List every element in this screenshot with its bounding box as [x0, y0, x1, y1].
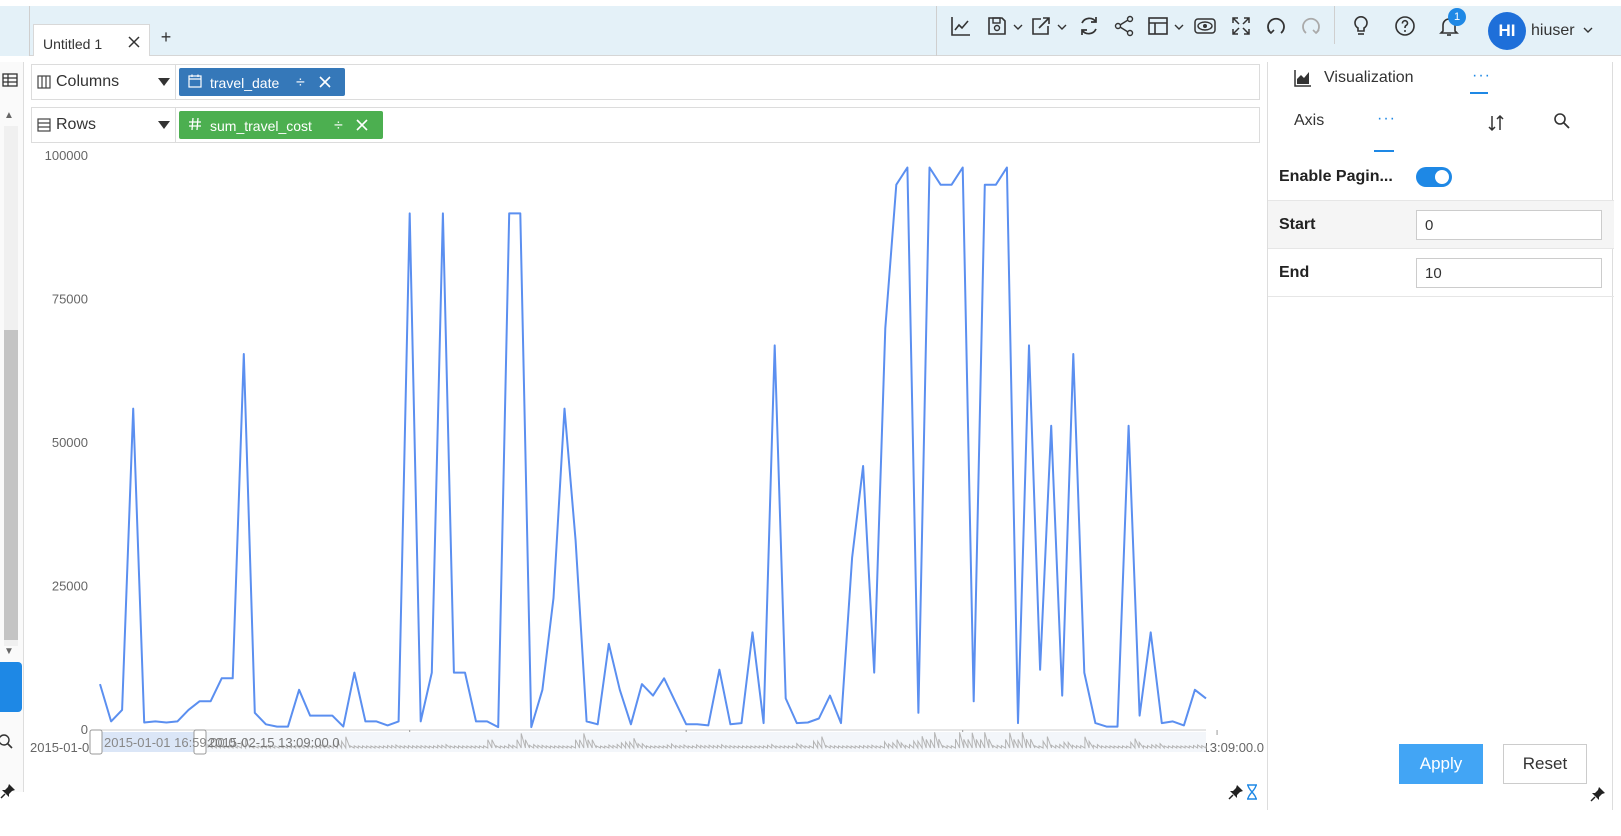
rows-icon — [37, 118, 51, 132]
chevron-down-icon[interactable] — [1167, 14, 1184, 38]
caret-down-icon[interactable] — [158, 78, 170, 86]
subtab-axis[interactable]: Axis — [1294, 112, 1324, 130]
pin-icon[interactable] — [1228, 784, 1244, 800]
divide-icon[interactable]: ÷ — [296, 74, 305, 92]
toolbar-separator — [1334, 6, 1335, 44]
area-chart-icon — [1294, 70, 1311, 87]
columns-shelf[interactable]: Columns travel_date ÷ — [31, 64, 1260, 100]
close-icon[interactable] — [126, 34, 142, 50]
start-label: Start — [1279, 216, 1316, 233]
end-label: End — [1279, 264, 1310, 281]
pin-icon[interactable] — [0, 783, 16, 799]
sort-icon[interactable] — [1487, 114, 1505, 132]
enable-paging-label: Enable Pagin... — [1279, 168, 1393, 185]
caret-down-icon[interactable] — [158, 121, 170, 129]
travel-date-pill[interactable]: travel_date ÷ — [179, 68, 345, 96]
tab-label: Untitled 1 — [43, 36, 103, 52]
chevron-down-icon[interactable] — [1050, 14, 1067, 38]
redo-icon[interactable] — [1299, 14, 1325, 38]
tab-underline — [1470, 92, 1488, 94]
scroll-up-arrow[interactable]: ▲ — [4, 110, 14, 121]
end-row: End — [1268, 249, 1614, 297]
columns-label: Columns — [56, 73, 120, 90]
hourglass-icon — [1247, 784, 1257, 800]
subtab-underline — [1374, 150, 1394, 152]
columns-shelf-label[interactable]: Columns — [32, 65, 176, 99]
rows-shelf-label[interactable]: Rows — [32, 108, 176, 142]
remove-icon[interactable] — [355, 118, 369, 132]
rows-label: Rows — [56, 116, 97, 133]
settings-panel: Visualization ··· Axis ··· Enable Pagin.… — [1267, 62, 1614, 810]
y-tick-label: 0 — [81, 722, 88, 737]
y-tick-label: 100000 — [45, 148, 88, 163]
chart-area: 02500050000750001000002015-01-01 16:59:0… — [28, 148, 1268, 796]
top-left-stub — [0, 6, 30, 56]
hash-icon — [189, 117, 201, 131]
search-icon[interactable] — [1553, 112, 1571, 130]
start-row: Start — [1268, 201, 1614, 249]
avatar[interactable]: HI — [1488, 12, 1526, 50]
line-chart: 02500050000750001000002015-01-01 16:59:0… — [30, 148, 1264, 755]
top-bar — [0, 6, 1621, 56]
y-tick-label: 75000 — [52, 292, 88, 307]
pin-icon[interactable] — [1590, 786, 1606, 802]
toolbar — [936, 6, 937, 56]
sum-travel-cost-pill[interactable]: sum_travel_cost ÷ — [179, 111, 383, 139]
rail-active-tab[interactable] — [0, 662, 22, 712]
rows-shelf[interactable]: Rows sum_travel_cost ÷ — [31, 107, 1260, 143]
fullscreen-icon[interactable] — [1229, 14, 1255, 38]
notification-badge: 1 — [1448, 8, 1466, 26]
undo-icon[interactable] — [1264, 14, 1290, 38]
scroll-down-arrow[interactable]: ▼ — [4, 646, 14, 657]
username[interactable]: hiuser — [1531, 22, 1575, 40]
chevron-down-icon[interactable] — [1582, 24, 1594, 36]
tab-more[interactable]: ··· — [1472, 67, 1491, 85]
scrollbar-thumb[interactable] — [4, 330, 18, 640]
start-input[interactable] — [1416, 210, 1602, 240]
search-icon[interactable] — [0, 734, 14, 750]
columns-icon — [37, 75, 51, 89]
remove-icon[interactable] — [318, 75, 332, 89]
enable-paging-row: Enable Pagin... — [1268, 153, 1614, 201]
end-input[interactable] — [1416, 258, 1602, 288]
tab-visualization[interactable]: Visualization — [1324, 69, 1414, 87]
divide-icon[interactable]: ÷ — [334, 117, 343, 135]
preview-eye-icon[interactable] — [1193, 14, 1219, 38]
apply-button[interactable]: Apply — [1399, 744, 1483, 784]
line-chart-icon[interactable] — [949, 14, 975, 38]
zoom-end-label: 2015-02-15 13:09:00.0 — [208, 735, 340, 750]
refresh-icon[interactable] — [1077, 14, 1103, 38]
pill-label: sum_travel_cost — [210, 118, 312, 134]
subtab-more[interactable]: ··· — [1377, 110, 1396, 128]
add-tab-button[interactable]: + — [158, 28, 174, 46]
reset-button[interactable]: Reset — [1503, 744, 1587, 784]
zoom-handle-left — [89, 729, 103, 755]
tab-untitled-1[interactable]: Untitled 1 — [33, 24, 150, 56]
help-icon[interactable] — [1393, 14, 1419, 38]
share-icon[interactable] — [1112, 14, 1138, 38]
toggle-knob — [1435, 170, 1449, 184]
lightbulb-icon[interactable] — [1349, 14, 1375, 38]
enable-paging-toggle[interactable] — [1416, 167, 1452, 187]
table-icon[interactable] — [2, 72, 18, 88]
y-tick-label: 25000 — [52, 579, 88, 594]
series-line — [99, 166, 1207, 729]
y-tick-label: 50000 — [52, 435, 88, 450]
calendar-icon — [188, 74, 202, 88]
chevron-down-icon[interactable] — [1006, 14, 1023, 38]
pill-label: travel_date — [210, 75, 280, 91]
